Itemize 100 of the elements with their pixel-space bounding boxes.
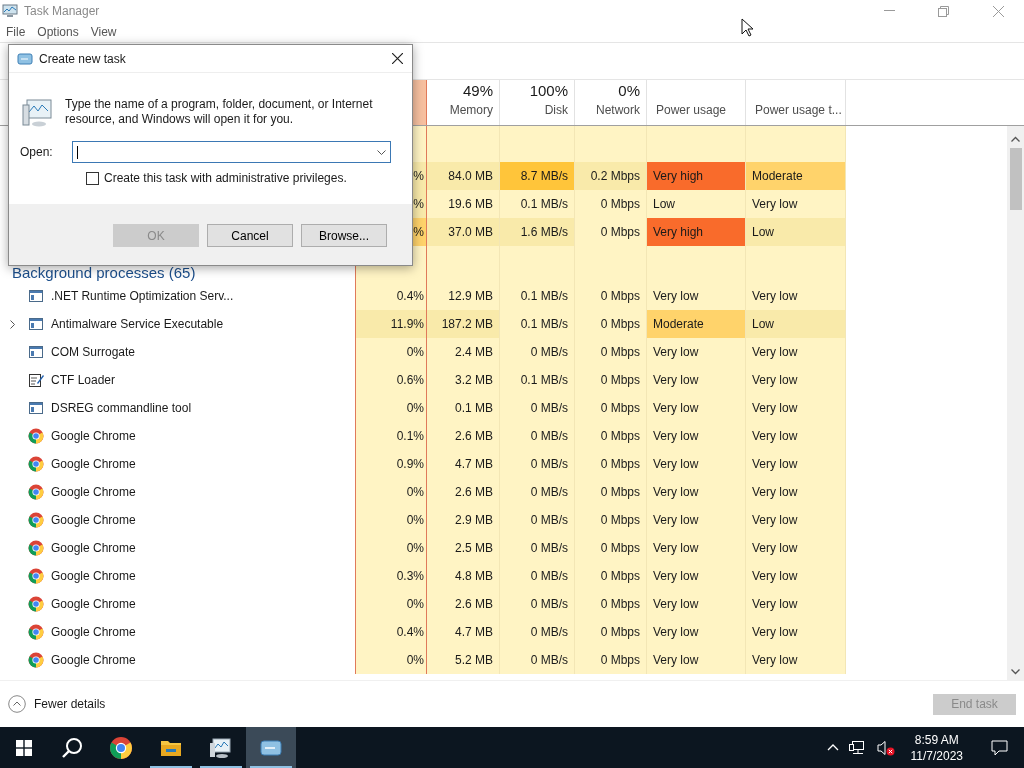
process-name[interactable]: Google Chrome — [51, 427, 136, 445]
column-header[interactable]: 0% Network — [575, 80, 647, 125]
table-cell: Very low — [746, 590, 846, 618]
table-cell: 8.7 MB/s — [500, 162, 575, 190]
table-cell: 0 Mbps — [575, 590, 647, 618]
table-cell: 0 Mbps — [575, 310, 647, 338]
process-name[interactable]: COM Surrogate — [51, 343, 136, 361]
scrollbar[interactable] — [1007, 126, 1024, 680]
table-cell: 0.4% — [355, 282, 427, 310]
checkbox[interactable] — [86, 171, 99, 185]
caret-up-icon[interactable] — [826, 744, 839, 751]
process-name[interactable]: Google Chrome — [51, 483, 136, 501]
group-header[interactable]: Background processes (65) — [0, 265, 196, 282]
close-icon[interactable] — [392, 53, 403, 64]
chrome-icon — [28, 484, 44, 500]
menu-item[interactable]: Options — [37, 23, 79, 41]
table-cell: Very low — [647, 506, 746, 534]
process-name[interactable]: Google Chrome — [51, 623, 136, 641]
table-cell: 0 MB/s — [500, 338, 575, 366]
collapse-icon[interactable] — [8, 695, 26, 713]
table-cell: 0.1 MB/s — [500, 190, 575, 218]
menu-item[interactable]: View — [90, 23, 117, 41]
expand-icon[interactable] — [10, 319, 15, 329]
table-cell: Very low — [647, 562, 746, 590]
process-name[interactable]: CTF Loader — [51, 371, 116, 389]
table-cell: 2.6 MB — [427, 590, 500, 618]
menu-item[interactable]: File — [6, 23, 26, 41]
table-cell: 84.0 MB — [427, 162, 500, 190]
table-cell: 4.7 MB — [427, 618, 500, 646]
cursor-icon — [741, 18, 754, 37]
column-header[interactable]: Power usage — [647, 80, 746, 125]
table-cell: 0.1 MB/s — [500, 366, 575, 394]
muted-speaker-icon[interactable] — [876, 739, 895, 756]
dialog-button[interactable]: Browse... — [301, 224, 387, 247]
process-name[interactable]: Google Chrome — [51, 539, 136, 557]
table-cell: 2.4 MB — [427, 338, 500, 366]
scroll-up-icon[interactable] — [1011, 136, 1020, 142]
restore-icon[interactable] — [938, 5, 949, 17]
table-cell: 2.6 MB — [427, 422, 500, 450]
process-name[interactable]: .NET Runtime Optimization Serv... — [51, 287, 234, 305]
notification-icon[interactable] — [991, 739, 1008, 756]
table-cell: 0.1 MB/s — [500, 282, 575, 310]
table-cell: 3.2 MB — [427, 366, 500, 394]
table-cell: Very low — [746, 338, 846, 366]
table-cell: Very low — [746, 394, 846, 422]
process-name[interactable]: Antimalware Service Executable — [51, 315, 224, 333]
table-cell: 0 Mbps — [575, 366, 647, 394]
chrome-icon — [28, 540, 44, 556]
column-header[interactable]: 49% Memory — [427, 80, 500, 125]
table-cell: 0 Mbps — [575, 646, 647, 674]
process-name[interactable]: Google Chrome — [51, 511, 136, 529]
chrome-icon — [28, 456, 44, 472]
run-icon — [17, 52, 33, 65]
column-header[interactable]: Power usage t... — [746, 80, 846, 125]
process-name[interactable]: Google Chrome — [51, 455, 136, 473]
process-name[interactable]: Google Chrome — [51, 651, 136, 669]
table-cell: Very low — [746, 562, 846, 590]
table-cell: 0 MB/s — [500, 618, 575, 646]
dialog-button[interactable]: Cancel — [207, 224, 293, 247]
table-cell: 19.6 MB — [427, 190, 500, 218]
dialog-message: Type the name of a program, folder, document, or Internet resource, and Windows will open it for you. — [65, 97, 374, 128]
table-cell: 0 Mbps — [575, 562, 647, 590]
windows-icon[interactable] — [16, 739, 32, 756]
scroll-thumb[interactable] — [1009, 148, 1022, 210]
table-cell: 2.6 MB — [427, 478, 500, 506]
scroll-down-icon[interactable] — [1011, 669, 1020, 675]
table-cell: Low — [647, 190, 746, 218]
chrome-icon[interactable] — [109, 735, 133, 760]
table-cell: Very low — [647, 450, 746, 478]
process-name[interactable]: Google Chrome — [51, 595, 136, 613]
table-cell: Very low — [746, 646, 846, 674]
process-name[interactable]: Google Chrome — [51, 567, 136, 585]
process-name[interactable]: DSREG commandline tool — [51, 399, 192, 417]
table-cell: 1.6 MB/s — [500, 218, 575, 246]
table-cell: 0.1% — [355, 422, 427, 450]
minimize-icon[interactable] — [884, 10, 895, 12]
table-cell: 0 Mbps — [575, 478, 647, 506]
open-combobox[interactable] — [72, 141, 391, 163]
date-text: 11/7/2023 — [910, 747, 963, 764]
table-cell: Very low — [746, 366, 846, 394]
table-cell: 0 MB/s — [500, 478, 575, 506]
table-cell: Very low — [746, 506, 846, 534]
monitor-icon[interactable] — [209, 735, 233, 760]
table-cell: 0% — [355, 338, 427, 366]
network-icon[interactable] — [848, 740, 867, 755]
column-header[interactable]: 100% Disk — [500, 80, 575, 125]
table-cell: Very low — [746, 190, 846, 218]
fewer-details-link[interactable]: Fewer details — [34, 695, 106, 713]
table-cell: 0 Mbps — [575, 282, 647, 310]
table-cell: 0.1 MB — [427, 394, 500, 422]
clock[interactable]: 8:59 AM 11/7/2023 — [904, 731, 969, 764]
table-cell: Very low — [746, 534, 846, 562]
chrome-icon — [28, 428, 44, 444]
table-cell: 5.2 MB — [427, 646, 500, 674]
dropdown-icon[interactable] — [377, 149, 386, 155]
table-cell: 0.6% — [355, 366, 427, 394]
search-icon[interactable] — [61, 736, 83, 759]
time-text: 8:59 AM — [914, 731, 959, 748]
table-cell: 0% — [355, 534, 427, 562]
table-cell: 0 Mbps — [575, 338, 647, 366]
